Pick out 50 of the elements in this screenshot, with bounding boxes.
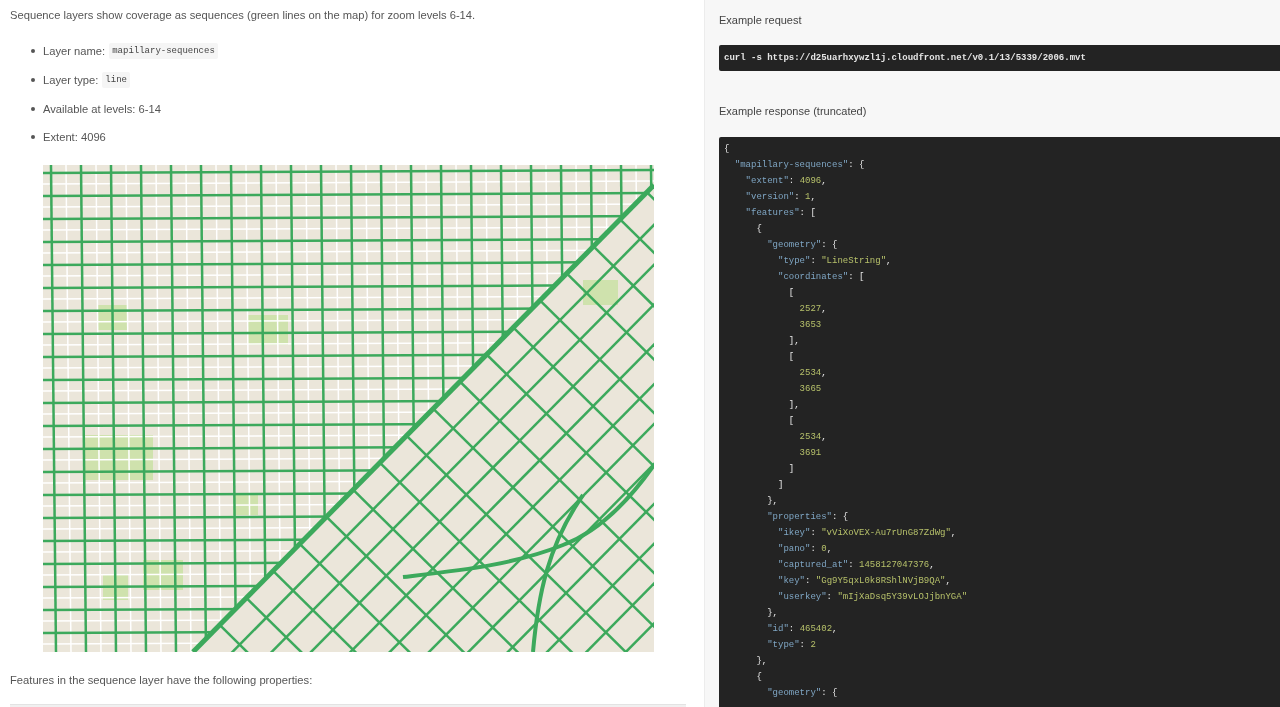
- bullet-icon: [31, 49, 35, 53]
- code-line: "captured_at": 1458127047376,: [778, 560, 935, 570]
- code-line: "mapillary-sequences": {: [734, 160, 865, 170]
- code-line: 3691: [799, 448, 822, 458]
- code-line: {: [724, 144, 730, 154]
- code-line: curl -s https://d25uarhxywzl1j.cloudfront.net/v0.1/13/5339/2006.mvt: [724, 53, 1086, 63]
- code-line: {: [756, 672, 762, 682]
- code-line: 2534,: [799, 368, 827, 378]
- fact-label: Layer type:: [43, 72, 99, 88]
- code-line: 2527,: [799, 304, 827, 314]
- code-line: {: [756, 224, 762, 234]
- code-line: 2534,: [799, 432, 827, 442]
- bullet-icon: [31, 106, 35, 111]
- code-line: "geometry": {: [767, 240, 838, 250]
- bullet-icon: [31, 135, 35, 140]
- section-heading: Example request: [719, 13, 803, 27]
- code-line: [: [788, 288, 795, 298]
- code-line: },: [767, 608, 778, 618]
- code-line: 3653: [799, 320, 822, 330]
- code-line: 3665: [799, 384, 822, 394]
- code-line: "key": "Gg9Y5qxL0k8RShlNVjB9QA",: [778, 576, 951, 586]
- code-line: "pano": 0,: [778, 544, 833, 554]
- code-line: ]: [778, 480, 784, 490]
- fact-label: Available at levels: 6-14: [43, 101, 161, 117]
- code-line: "features": [: [745, 208, 816, 218]
- code-line: "geometry": {: [767, 688, 838, 698]
- code-line: [: [788, 416, 795, 426]
- code-line: "extent": 4096,: [745, 176, 827, 186]
- code-line: "version": 1,: [745, 192, 816, 202]
- code-line: [: [788, 352, 795, 362]
- code-line: ],: [788, 400, 800, 410]
- code-line: ],: [788, 336, 800, 346]
- bullet-icon: [31, 77, 35, 82]
- code-line: ]: [788, 464, 795, 474]
- code-line: "type": 2: [767, 640, 816, 650]
- inline-code: mapillary-sequences: [109, 43, 218, 59]
- code-line: "type": "LineString",: [778, 256, 892, 266]
- fact-label: Layer name:: [43, 44, 106, 59]
- code-line: },: [767, 496, 778, 506]
- fact-label: Extent: 4096: [43, 130, 106, 146]
- code-line: "id": 465402,: [767, 624, 838, 634]
- code-line: "coordinates": [: [778, 272, 865, 282]
- section-heading: Example response (truncated): [719, 104, 868, 118]
- code-line: },: [756, 656, 768, 666]
- features-note: Features in the sequence layer have the following properties:: [10, 673, 314, 689]
- inline-code: line: [102, 71, 130, 88]
- code-line: "properties": {: [767, 512, 849, 522]
- intro-text: Sequence layers show coverage as sequences (green lines on the map) for zoom levels 6-14.: [10, 8, 477, 23]
- code-line: "userkey": "mIjXaDsq5Y39vLOJjbnYGA": [778, 592, 968, 602]
- code-line: "ikey": "vViXoVEX-Au7rUnG87ZdWg",: [778, 528, 957, 538]
